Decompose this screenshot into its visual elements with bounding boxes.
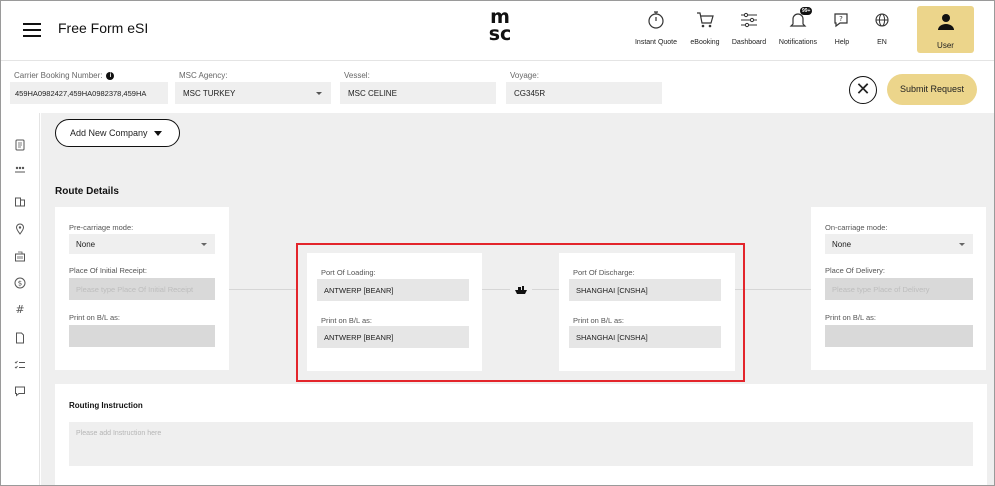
nav-label: Dashboard [731, 39, 767, 46]
route-connector-line [482, 289, 510, 290]
nav-ebooking[interactable]: eBooking [687, 9, 723, 53]
add-new-company-label: Add New Company [70, 128, 148, 138]
close-button[interactable]: ✕ [849, 76, 877, 104]
nav-help[interactable]: ? Help [829, 9, 855, 53]
routing-instruction-textarea[interactable]: Please add Instruction here [69, 422, 973, 466]
notification-badge: 99+ [800, 7, 813, 15]
checklist-icon[interactable] [14, 359, 26, 371]
top-bar: Free Form eSI msc Instant Quote eBooking… [1, 1, 994, 61]
port-of-discharge-field[interactable]: SHANGHAI [CNSHA] [569, 279, 721, 301]
loading-print-label: Print on B/L as: [321, 316, 372, 325]
agency-label: MSC Agency: [179, 71, 228, 80]
chevron-down-icon [316, 92, 322, 95]
loading-print-field[interactable]: ANTWERP [BEANR] [317, 326, 469, 348]
on-carriage-print-input[interactable] [825, 325, 973, 347]
chevron-down-icon [959, 243, 965, 246]
add-new-company-button[interactable]: Add New Company [55, 119, 180, 147]
route-connector-line [735, 289, 811, 290]
msc-logo[interactable]: msc [485, 6, 515, 49]
pre-carriage-card: Pre-carriage mode: None Place Of Initial… [55, 207, 229, 370]
carrier-booking-label-text: Carrier Booking Number: [14, 71, 103, 80]
port-of-loading-field[interactable]: ANTWERP [BEANR] [317, 279, 469, 301]
svg-text:?: ? [839, 15, 843, 23]
nav-label: Notifications [778, 39, 818, 46]
on-carriage-mode-label: On-carriage mode: [825, 223, 888, 232]
building-icon[interactable] [14, 195, 26, 207]
svg-text:#: # [15, 303, 24, 315]
stopwatch-icon [648, 11, 664, 29]
place-of-initial-receipt-input[interactable]: Please type Place Of Initial Receipt [69, 278, 215, 300]
dollar-icon[interactable]: $ [14, 277, 26, 289]
people-icon[interactable] [14, 163, 26, 175]
pre-carriage-print-input[interactable] [69, 325, 215, 347]
voyage-field[interactable]: CG345R [506, 82, 662, 104]
nav-notifications[interactable]: 99+ Notifications [775, 7, 821, 53]
vessel-field[interactable]: MSC CELINE [340, 82, 496, 104]
help-chat-icon: ? [834, 13, 848, 28]
cart-icon [697, 12, 714, 28]
container-icon[interactable] [14, 250, 26, 262]
file-icon[interactable] [14, 332, 26, 344]
route-connector-line [229, 289, 297, 290]
user-button[interactable]: User [917, 6, 974, 53]
user-icon [937, 14, 954, 30]
svg-text:$: $ [18, 280, 22, 288]
pre-carriage-mode-select[interactable]: None [69, 234, 215, 254]
globe-icon [875, 13, 889, 27]
place-of-delivery-input[interactable]: Please type Place of Delivery [825, 278, 973, 300]
port-of-loading-card: Port Of Loading: ANTWERP [BEANR] Print o… [307, 253, 482, 371]
document-icon[interactable] [14, 139, 26, 151]
port-of-loading-label: Port Of Loading: [321, 268, 376, 277]
menu-icon[interactable] [23, 23, 41, 37]
agency-select[interactable]: MSC TURKEY [175, 82, 331, 104]
ship-icon [515, 286, 527, 294]
place-of-delivery-label: Place Of Delivery: [825, 266, 886, 275]
close-icon: ✕ [855, 79, 871, 99]
app-frame: Free Form eSI msc Instant Quote eBooking… [0, 0, 995, 486]
on-carriage-card: On-carriage mode: None Place Of Delivery… [811, 207, 986, 370]
nav-instant-quote[interactable]: Instant Quote [631, 9, 681, 53]
discharge-print-field[interactable]: SHANGHAI [CNSHA] [569, 326, 721, 348]
logo-text: msc [488, 6, 512, 45]
chevron-down-icon [201, 243, 207, 246]
left-sidebar: $ # [1, 113, 40, 485]
app-title: Free Form eSI [58, 20, 149, 36]
nav-label: Help [834, 39, 850, 46]
pre-carriage-mode-label: Pre-carriage mode: [69, 223, 134, 232]
routing-instruction-card: Routing Instruction Please add Instructi… [55, 384, 987, 485]
nav-label: Instant Quote [634, 39, 678, 46]
main-content: Add New Company Route Details Pre-carria… [41, 113, 994, 485]
location-pin-icon[interactable] [14, 223, 26, 235]
voyage-label: Voyage: [510, 71, 539, 80]
caret-down-icon [153, 131, 162, 137]
place-of-initial-receipt-label: Place Of Initial Receipt: [69, 266, 147, 275]
pre-carriage-print-label: Print on B/L as: [69, 313, 120, 322]
nav-dashboard[interactable]: Dashboard [729, 9, 769, 53]
sliders-icon [741, 12, 757, 28]
nav-label: EN [877, 39, 887, 46]
route-connector-line [532, 289, 559, 290]
info-icon[interactable]: i [106, 71, 115, 80]
pre-carriage-mode-value: None [76, 240, 96, 249]
comment-icon[interactable] [14, 385, 26, 397]
nav-language[interactable]: EN [869, 9, 895, 53]
agency-value: MSC TURKEY [183, 89, 236, 98]
port-of-discharge-card: Port Of Discharge: SHANGHAI [CNSHA] Prin… [559, 253, 735, 371]
on-carriage-mode-select[interactable]: None [825, 234, 973, 254]
carrier-booking-label: Carrier Booking Number: i [14, 71, 115, 80]
route-details-title: Route Details [55, 186, 119, 197]
user-label: User [937, 41, 954, 50]
discharge-print-label: Print on B/L as: [573, 316, 624, 325]
nav-label: eBooking [690, 39, 720, 46]
submit-request-button[interactable]: Submit Request [887, 74, 977, 105]
on-carriage-print-label: Print on B/L as: [825, 313, 876, 322]
vessel-label: Vessel: [344, 71, 370, 80]
booking-header: Carrier Booking Number: i 459HA0982427,45… [1, 61, 994, 113]
carrier-booking-field[interactable]: 459HA0982427,459HA0982378,459HA [10, 82, 168, 104]
port-of-discharge-label: Port Of Discharge: [573, 268, 635, 277]
on-carriage-mode-value: None [832, 240, 852, 249]
routing-instruction-title: Routing Instruction [69, 401, 143, 410]
hash-icon[interactable]: # [14, 303, 26, 315]
